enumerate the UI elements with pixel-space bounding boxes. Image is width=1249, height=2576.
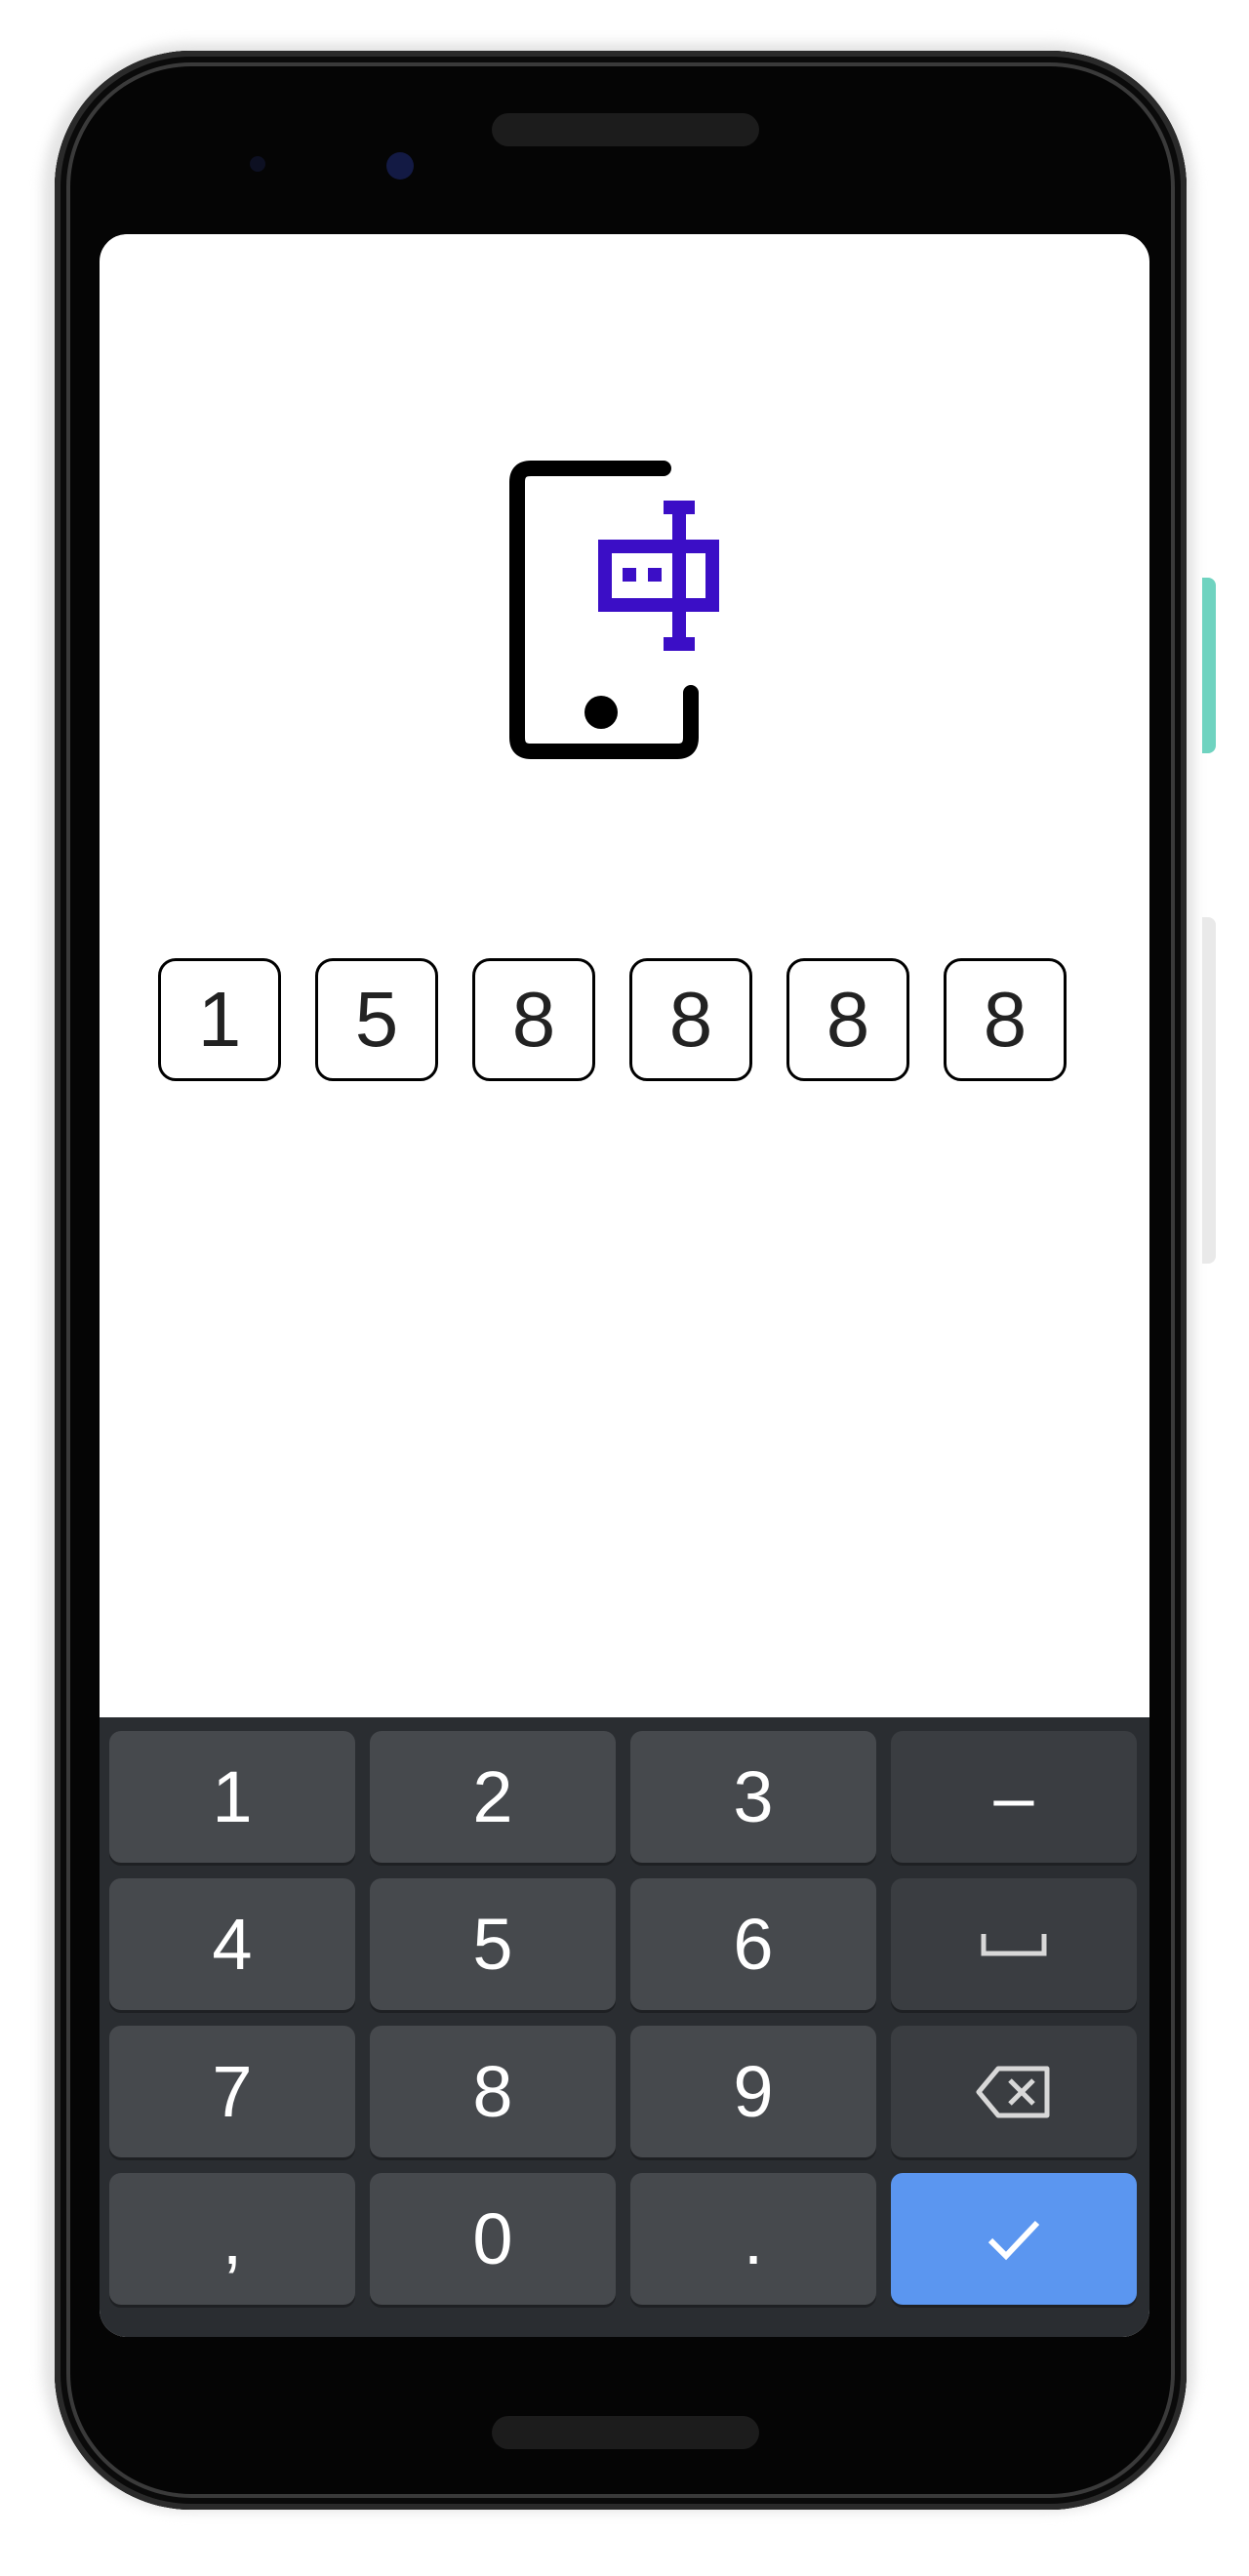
front-sensor xyxy=(250,156,265,172)
code-digit-box[interactable]: 8 xyxy=(944,958,1067,1081)
key-4[interactable]: 4 xyxy=(109,1878,355,2010)
app-screen: 1 5 8 8 8 8 1 2 3 – 4 5 6 7 8 9 , 0 . xyxy=(100,234,1149,2337)
key-6[interactable]: 6 xyxy=(630,1878,876,2010)
volume-button xyxy=(1202,917,1216,1264)
phone-verification-icon xyxy=(509,461,719,759)
key-backspace[interactable] xyxy=(891,2026,1137,2157)
key-space[interactable] xyxy=(891,1878,1137,2010)
key-8[interactable]: 8 xyxy=(370,2026,616,2157)
code-digit-box[interactable]: 8 xyxy=(786,958,909,1081)
key-comma[interactable]: , xyxy=(109,2173,355,2305)
key-0[interactable]: 0 xyxy=(370,2173,616,2305)
code-digit-box[interactable]: 1 xyxy=(158,958,281,1081)
code-digit-box[interactable]: 8 xyxy=(472,958,595,1081)
backspace-icon xyxy=(976,2066,1050,2117)
key-2[interactable]: 2 xyxy=(370,1731,616,1863)
front-camera xyxy=(386,152,414,180)
verification-code-row: 1 5 8 8 8 8 xyxy=(158,958,1095,1085)
check-icon xyxy=(987,2220,1040,2260)
key-3[interactable]: 3 xyxy=(630,1731,876,1863)
key-7[interactable]: 7 xyxy=(109,2026,355,2157)
numeric-keyboard: 1 2 3 – 4 5 6 7 8 9 , 0 . xyxy=(100,1717,1149,2337)
key-1[interactable]: 1 xyxy=(109,1731,355,1863)
key-period[interactable]: . xyxy=(630,2173,876,2305)
key-5[interactable]: 5 xyxy=(370,1878,616,2010)
code-digit-box[interactable]: 8 xyxy=(629,958,752,1081)
key-enter[interactable] xyxy=(891,2173,1137,2305)
space-bar-icon xyxy=(981,1933,1047,1955)
key-9[interactable]: 9 xyxy=(630,2026,876,2157)
earpiece-speaker xyxy=(492,113,759,146)
key-minus[interactable]: – xyxy=(891,1731,1137,1863)
power-button xyxy=(1202,578,1216,753)
bottom-speaker xyxy=(492,2416,759,2449)
code-digit-box[interactable]: 5 xyxy=(315,958,438,1081)
